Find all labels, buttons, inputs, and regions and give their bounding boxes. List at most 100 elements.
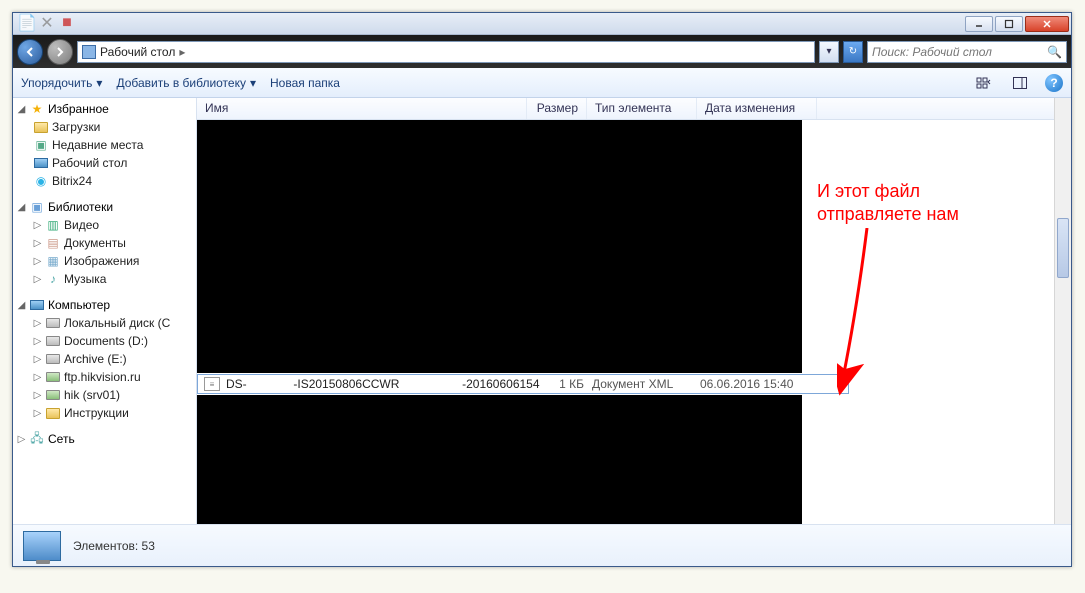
file-size: 1 КБ (540, 377, 592, 391)
location-text: Рабочий стол (100, 45, 175, 59)
file-name-part: -IS20150806CCWR (293, 377, 399, 391)
navigation-pane: ◢ ★ Избранное Загрузки ▣Недавние места Р… (13, 98, 197, 524)
expand-icon: ▷ (17, 434, 26, 445)
address-dropdown[interactable]: ▾ (819, 41, 839, 63)
sidebar-item-label: Недавние места (52, 138, 143, 152)
preview-pane-button[interactable] (1009, 74, 1031, 92)
titlebar-icon-2: ✕ (39, 15, 55, 31)
titlebar-icon-3: ■ (59, 15, 75, 31)
view-options-button[interactable] (973, 74, 995, 92)
star-icon: ★ (29, 102, 45, 116)
sidebar-item-documents[interactable]: ▷▤Документы (13, 234, 196, 252)
vertical-scrollbar[interactable] (1054, 98, 1071, 524)
sidebar-label: Компьютер (48, 298, 110, 312)
annotation-line1: И этот файл (817, 180, 1057, 203)
sidebar-item-videos[interactable]: ▷▥Видео (13, 216, 196, 234)
help-button[interactable]: ? (1045, 74, 1063, 92)
sidebar-item-recent[interactable]: ▣Недавние места (13, 136, 196, 154)
minimize-button[interactable] (965, 16, 993, 32)
music-icon: ♪ (45, 272, 61, 286)
file-date: 06.06.2016 15:40 (700, 377, 816, 391)
maximize-button[interactable] (995, 16, 1023, 32)
sidebar-item-music[interactable]: ▷♪Музыка (13, 270, 196, 288)
sidebar-item-label: Локальный диск (C (64, 316, 170, 330)
sidebar-item-drive-d[interactable]: ▷Documents (D:) (13, 332, 196, 350)
sidebar-item-ftp[interactable]: ▷ ftp.hikvision.ru (13, 368, 196, 386)
folder-icon (45, 406, 61, 420)
titlebar: 📄 ✕ ■ (13, 13, 1071, 35)
sidebar-network[interactable]: ▷ 🖧 Сеть (13, 430, 196, 448)
expand-icon: ▷ (33, 372, 42, 383)
new-folder-button[interactable]: Новая папка (270, 76, 340, 90)
sidebar-item-pictures[interactable]: ▷▦Изображения (13, 252, 196, 270)
sidebar-item-label: Рабочий стол (52, 156, 127, 170)
network-drive-icon (45, 370, 61, 384)
sidebar-label: Библиотеки (48, 200, 113, 214)
sidebar-item-drive-e[interactable]: ▷Archive (E:) (13, 350, 196, 368)
organize-menu[interactable]: Упорядочить ▾ (21, 76, 102, 90)
close-button[interactable] (1025, 16, 1069, 32)
forward-button[interactable] (47, 39, 73, 65)
desktop-big-icon (23, 531, 61, 561)
sidebar-item-label: Инструкции (64, 406, 129, 420)
sidebar-item-label: Документы (64, 236, 126, 250)
new-folder-label: Новая папка (270, 76, 340, 90)
location-icon (82, 45, 96, 59)
sidebar-favorites[interactable]: ◢ ★ Избранное (13, 100, 196, 118)
back-button[interactable] (17, 39, 43, 65)
add-to-library-menu[interactable]: Добавить в библиотеку ▾ (116, 76, 256, 90)
file-list-pane: Имя Размер Тип элемента Дата изменения ≡… (197, 98, 1071, 524)
sidebar-item-downloads[interactable]: Загрузки (13, 118, 196, 136)
search-box[interactable]: 🔍 (867, 41, 1067, 63)
sidebar-item-label: Видео (64, 218, 99, 232)
sidebar-item-label: ftp.hikvision.ru (64, 370, 141, 384)
address-bar[interactable]: Рабочий стол ▸ (77, 41, 815, 63)
sidebar-item-label: hik (srv01) (64, 388, 120, 402)
annotation-line2: отправляете нам (817, 203, 1057, 226)
titlebar-icons: 📄 ✕ ■ (19, 15, 75, 31)
expand-icon: ▷ (33, 256, 42, 267)
sidebar-item-desktop[interactable]: Рабочий стол (13, 154, 196, 172)
status-bar: Элементов: 53 (13, 524, 1071, 566)
chevron-down-icon: ▾ (250, 76, 256, 90)
column-headers: Имя Размер Тип элемента Дата изменения (197, 98, 1071, 120)
redacted-area-bottom (197, 395, 802, 524)
sidebar-libraries[interactable]: ◢ ▣ Библиотеки (13, 198, 196, 216)
sidebar-item-label: Bitrix24 (52, 174, 92, 188)
collapse-icon: ◢ (17, 300, 26, 311)
file-name-part: -201606061540.xml (462, 377, 540, 391)
expand-icon: ▷ (33, 274, 42, 285)
column-date[interactable]: Дата изменения (697, 98, 817, 119)
desktop-icon (33, 156, 49, 170)
sidebar-item-label: Изображения (64, 254, 139, 268)
breadcrumb-sep: ▸ (179, 45, 185, 59)
search-icon[interactable]: 🔍 (1047, 45, 1062, 59)
scrollbar-thumb[interactable] (1057, 218, 1069, 278)
column-size[interactable]: Размер (527, 98, 587, 119)
sidebar-computer[interactable]: ◢ Компьютер (13, 296, 196, 314)
add-library-label: Добавить в библиотеку (116, 76, 246, 90)
app-icon: ◉ (33, 174, 49, 188)
toolbar: Упорядочить ▾ Добавить в библиотеку ▾ Но… (13, 68, 1071, 98)
sidebar-item-bitrix24[interactable]: ◉Bitrix24 (13, 172, 196, 190)
expand-icon: ▷ (33, 354, 42, 365)
pictures-icon: ▦ (45, 254, 61, 268)
status-text: Элементов: 53 (73, 539, 155, 553)
recent-icon: ▣ (33, 138, 49, 152)
sidebar-item-drive-c[interactable]: ▷Локальный диск (C (13, 314, 196, 332)
file-row-selected[interactable]: ≡ DS- -IS20150806CCWR -201606061540.xml … (197, 374, 849, 394)
sidebar-item-hik[interactable]: ▷hik (srv01) (13, 386, 196, 404)
collapse-icon: ◢ (17, 104, 26, 115)
search-input[interactable] (872, 45, 1047, 59)
column-name[interactable]: Имя (197, 98, 527, 119)
expand-icon: ▷ (33, 238, 42, 249)
refresh-button[interactable]: ↻ (843, 41, 863, 63)
annotation-arrow (837, 228, 897, 398)
collapse-icon: ◢ (17, 202, 26, 213)
file-name: DS- -IS20150806CCWR -201606061540.xml (226, 377, 540, 391)
column-type[interactable]: Тип элемента (587, 98, 697, 119)
sidebar-item-label: Загрузки (52, 120, 100, 134)
sidebar-label: Избранное (48, 102, 109, 116)
sidebar-item-instructions[interactable]: ▷Инструкции (13, 404, 196, 422)
file-list[interactable]: ≡ DS- -IS20150806CCWR -201606061540.xml … (197, 120, 1071, 524)
